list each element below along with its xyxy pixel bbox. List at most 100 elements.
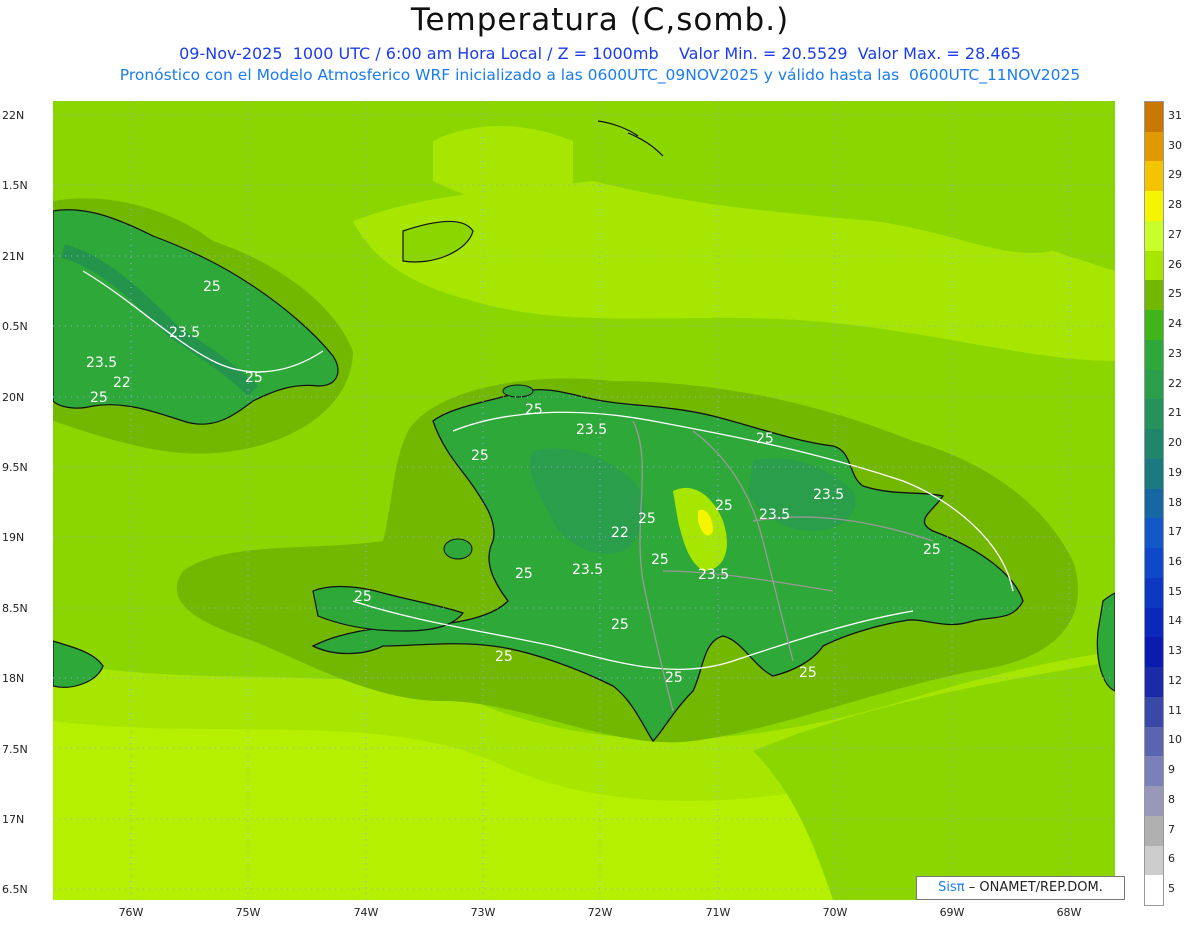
map-title: Temperatura (C,somb.) [410, 2, 790, 38]
map-subtitle-time: 09-Nov-2025 1000 UTC / 6:00 am Hora Loca… [179, 44, 1021, 63]
temperature-map: 25 23.5 23.5 22 25 25 25 23.5 25 25 23.5… [53, 101, 1115, 900]
legend-label: 30 [1168, 138, 1182, 152]
legend-swatch [1145, 458, 1163, 490]
lat-tick: 9.5N [2, 461, 28, 474]
legend-label: 31 [1168, 108, 1182, 122]
legend-label: 11 [1168, 703, 1182, 717]
legend-swatch [1145, 518, 1163, 549]
lat-tick: 18N [2, 672, 25, 685]
legend-swatch [1145, 548, 1163, 579]
legend-label: 9 [1168, 763, 1175, 777]
contour-label: 25 [245, 370, 263, 386]
tortuga-island [502, 384, 534, 398]
lon-tick: 73W [470, 906, 496, 919]
legend-swatch [1145, 280, 1163, 311]
lon-tick: 71W [705, 906, 731, 919]
legend-swatch [1145, 250, 1163, 281]
contour-label: 25 [354, 589, 372, 605]
legend-swatch [1145, 310, 1163, 341]
lon-tick: 69W [939, 906, 965, 919]
contour-label: 25 [471, 448, 489, 464]
credit-org: – ONAMET/REP.DOM. [968, 880, 1103, 895]
lat-tick: 7.5N [2, 743, 28, 756]
legend-label: 23 [1168, 346, 1182, 360]
map-canvas: 25 23.5 23.5 22 25 25 25 23.5 25 25 23.5… [53, 101, 1115, 900]
lon-tick: 70W [822, 906, 848, 919]
legend-label: 21 [1168, 406, 1182, 420]
contour-label: 25 [611, 617, 629, 633]
color-scale-legend [1144, 101, 1164, 906]
lon-tick: 75W [235, 906, 261, 919]
legend-label: 8 [1168, 792, 1175, 806]
legend-label: 15 [1168, 584, 1182, 598]
contour-label: 23.5 [813, 487, 844, 503]
legend-swatch [1145, 696, 1163, 728]
legend-swatch [1145, 637, 1163, 668]
lat-tick: 22N [2, 109, 25, 122]
legend-swatch [1145, 607, 1163, 638]
legend-swatch [1145, 131, 1163, 162]
legend-swatch [1145, 102, 1163, 133]
contour-label: 25 [515, 566, 533, 582]
lat-tick: 6.5N [2, 883, 28, 896]
contour-label: 25 [756, 431, 774, 447]
legend-label: 13 [1168, 644, 1182, 658]
legend-swatch [1145, 845, 1163, 876]
legend-label: 20 [1168, 436, 1182, 450]
sispi-logo-text: Sisπ [938, 880, 965, 895]
lat-tick: 17N [2, 813, 25, 826]
contour-label: 25 [203, 279, 221, 295]
contour-label: 25 [923, 542, 941, 558]
contour-label: 23.5 [759, 507, 790, 523]
legend-label: 17 [1168, 525, 1182, 539]
legend-swatch [1145, 577, 1163, 609]
legend-swatch [1145, 875, 1163, 906]
legend-label: 27 [1168, 227, 1182, 241]
gonave-island [443, 538, 473, 560]
lat-tick: 8.5N [2, 602, 28, 615]
contour-label: 23.5 [86, 355, 117, 371]
legend-label: 25 [1168, 287, 1182, 301]
lat-tick: 20N [2, 391, 25, 404]
contour-label: 22 [113, 375, 131, 391]
legend-label: 28 [1168, 198, 1182, 212]
contour-label: 25 [638, 511, 656, 527]
lon-tick: 68W [1056, 906, 1082, 919]
legend-swatch [1145, 220, 1163, 252]
legend-label: 10 [1168, 733, 1182, 747]
legend-label: 26 [1168, 257, 1182, 271]
legend-label: 16 [1168, 554, 1182, 568]
legend-swatch [1145, 161, 1163, 192]
legend-label: 6 [1168, 852, 1175, 866]
contour-label: 23.5 [698, 567, 729, 583]
lat-tick: 19N [2, 531, 25, 544]
lat-tick: 21N [2, 250, 25, 263]
contour-label: 25 [651, 552, 669, 568]
legend-swatch [1145, 399, 1163, 430]
lon-tick: 74W [353, 906, 379, 919]
lat-tick: 1.5N [2, 179, 28, 192]
legend-swatch [1145, 756, 1163, 787]
legend-swatch [1145, 339, 1163, 371]
legend-swatch [1145, 191, 1163, 222]
contour-label: 22 [611, 525, 629, 541]
legend-label: 14 [1168, 614, 1182, 628]
contour-label: 23.5 [169, 325, 200, 341]
contour-label: 23.5 [572, 562, 603, 578]
legend-label: 12 [1168, 673, 1182, 687]
lat-tick: 0.5N [2, 320, 28, 333]
legend-label: 22 [1168, 376, 1182, 390]
legend-swatch [1145, 815, 1163, 846]
contour-label: 25 [90, 390, 108, 406]
contour-label: 25 [525, 402, 543, 418]
legend-swatch [1145, 429, 1163, 460]
legend-swatch [1145, 786, 1163, 817]
lon-tick: 72W [587, 906, 613, 919]
legend-label: 7 [1168, 822, 1175, 836]
contour-label: 25 [495, 649, 513, 665]
lon-tick: 76W [118, 906, 144, 919]
map-subtitle-model: Pronóstico con el Modelo Atmosferico WRF… [119, 66, 1081, 84]
legend-swatch [1145, 488, 1163, 519]
contour-label: 25 [799, 665, 817, 681]
contour-label: 25 [715, 498, 733, 514]
